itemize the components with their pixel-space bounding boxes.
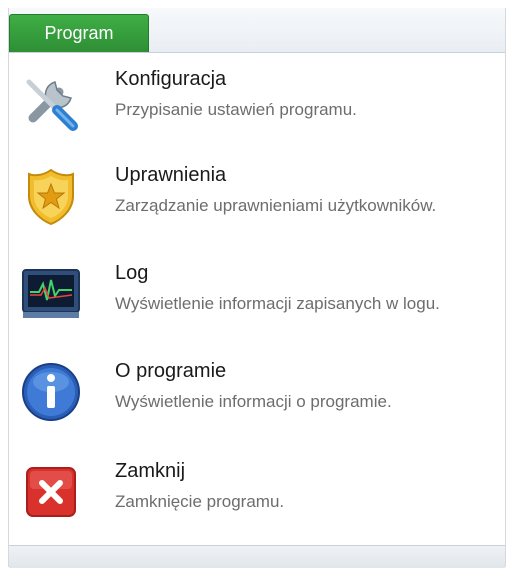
menu-item-description: Wyświetlenie informacji zapisanych w log…: [115, 294, 440, 313]
tab-program[interactable]: Program: [9, 14, 149, 52]
menu-item-description: Zamknięcie programu.: [115, 492, 285, 511]
menu-item-close[interactable]: Zamknij Zamknięcie programu.: [19, 460, 495, 524]
menu-item-description: Wyświetlenie informacji o programie.: [115, 392, 392, 411]
menu-item-title: O programie: [115, 360, 227, 382]
close-icon: [26, 467, 76, 517]
tab-program-label: Program: [44, 23, 114, 43]
info-icon: [22, 363, 80, 421]
program-window: Program Konfiguracja Przypisanie ustawie…: [8, 8, 506, 568]
tools-icon: [26, 79, 78, 131]
menu-item-about[interactable]: O programie Wyświetlenie informacji o pr…: [19, 360, 495, 424]
menu-item-configuration[interactable]: Konfiguracja Przypisanie ustawień progra…: [19, 68, 495, 131]
log-monitor-icon: [22, 269, 80, 318]
menu-item-description: Zarządzanie uprawnieniami użytkowników.: [115, 196, 437, 215]
badge-icon: [28, 168, 74, 226]
status-bar: [9, 545, 505, 568]
menu-item-permissions[interactable]: Uprawnienia Zarządzanie uprawnieniami uż…: [19, 164, 495, 248]
menu-item-log[interactable]: Log Wyświetlenie informacji zapisanych w…: [19, 262, 495, 346]
menu-item-title: Uprawnienia: [115, 164, 227, 186]
menu-item-description: Przypisanie ustawień programu.: [115, 100, 357, 119]
menu-item-title: Log: [115, 262, 149, 284]
menu-item-title: Konfiguracja: [115, 68, 227, 90]
menu-item-title: Zamknij: [115, 460, 186, 482]
tab-strip: Program: [9, 8, 505, 53]
